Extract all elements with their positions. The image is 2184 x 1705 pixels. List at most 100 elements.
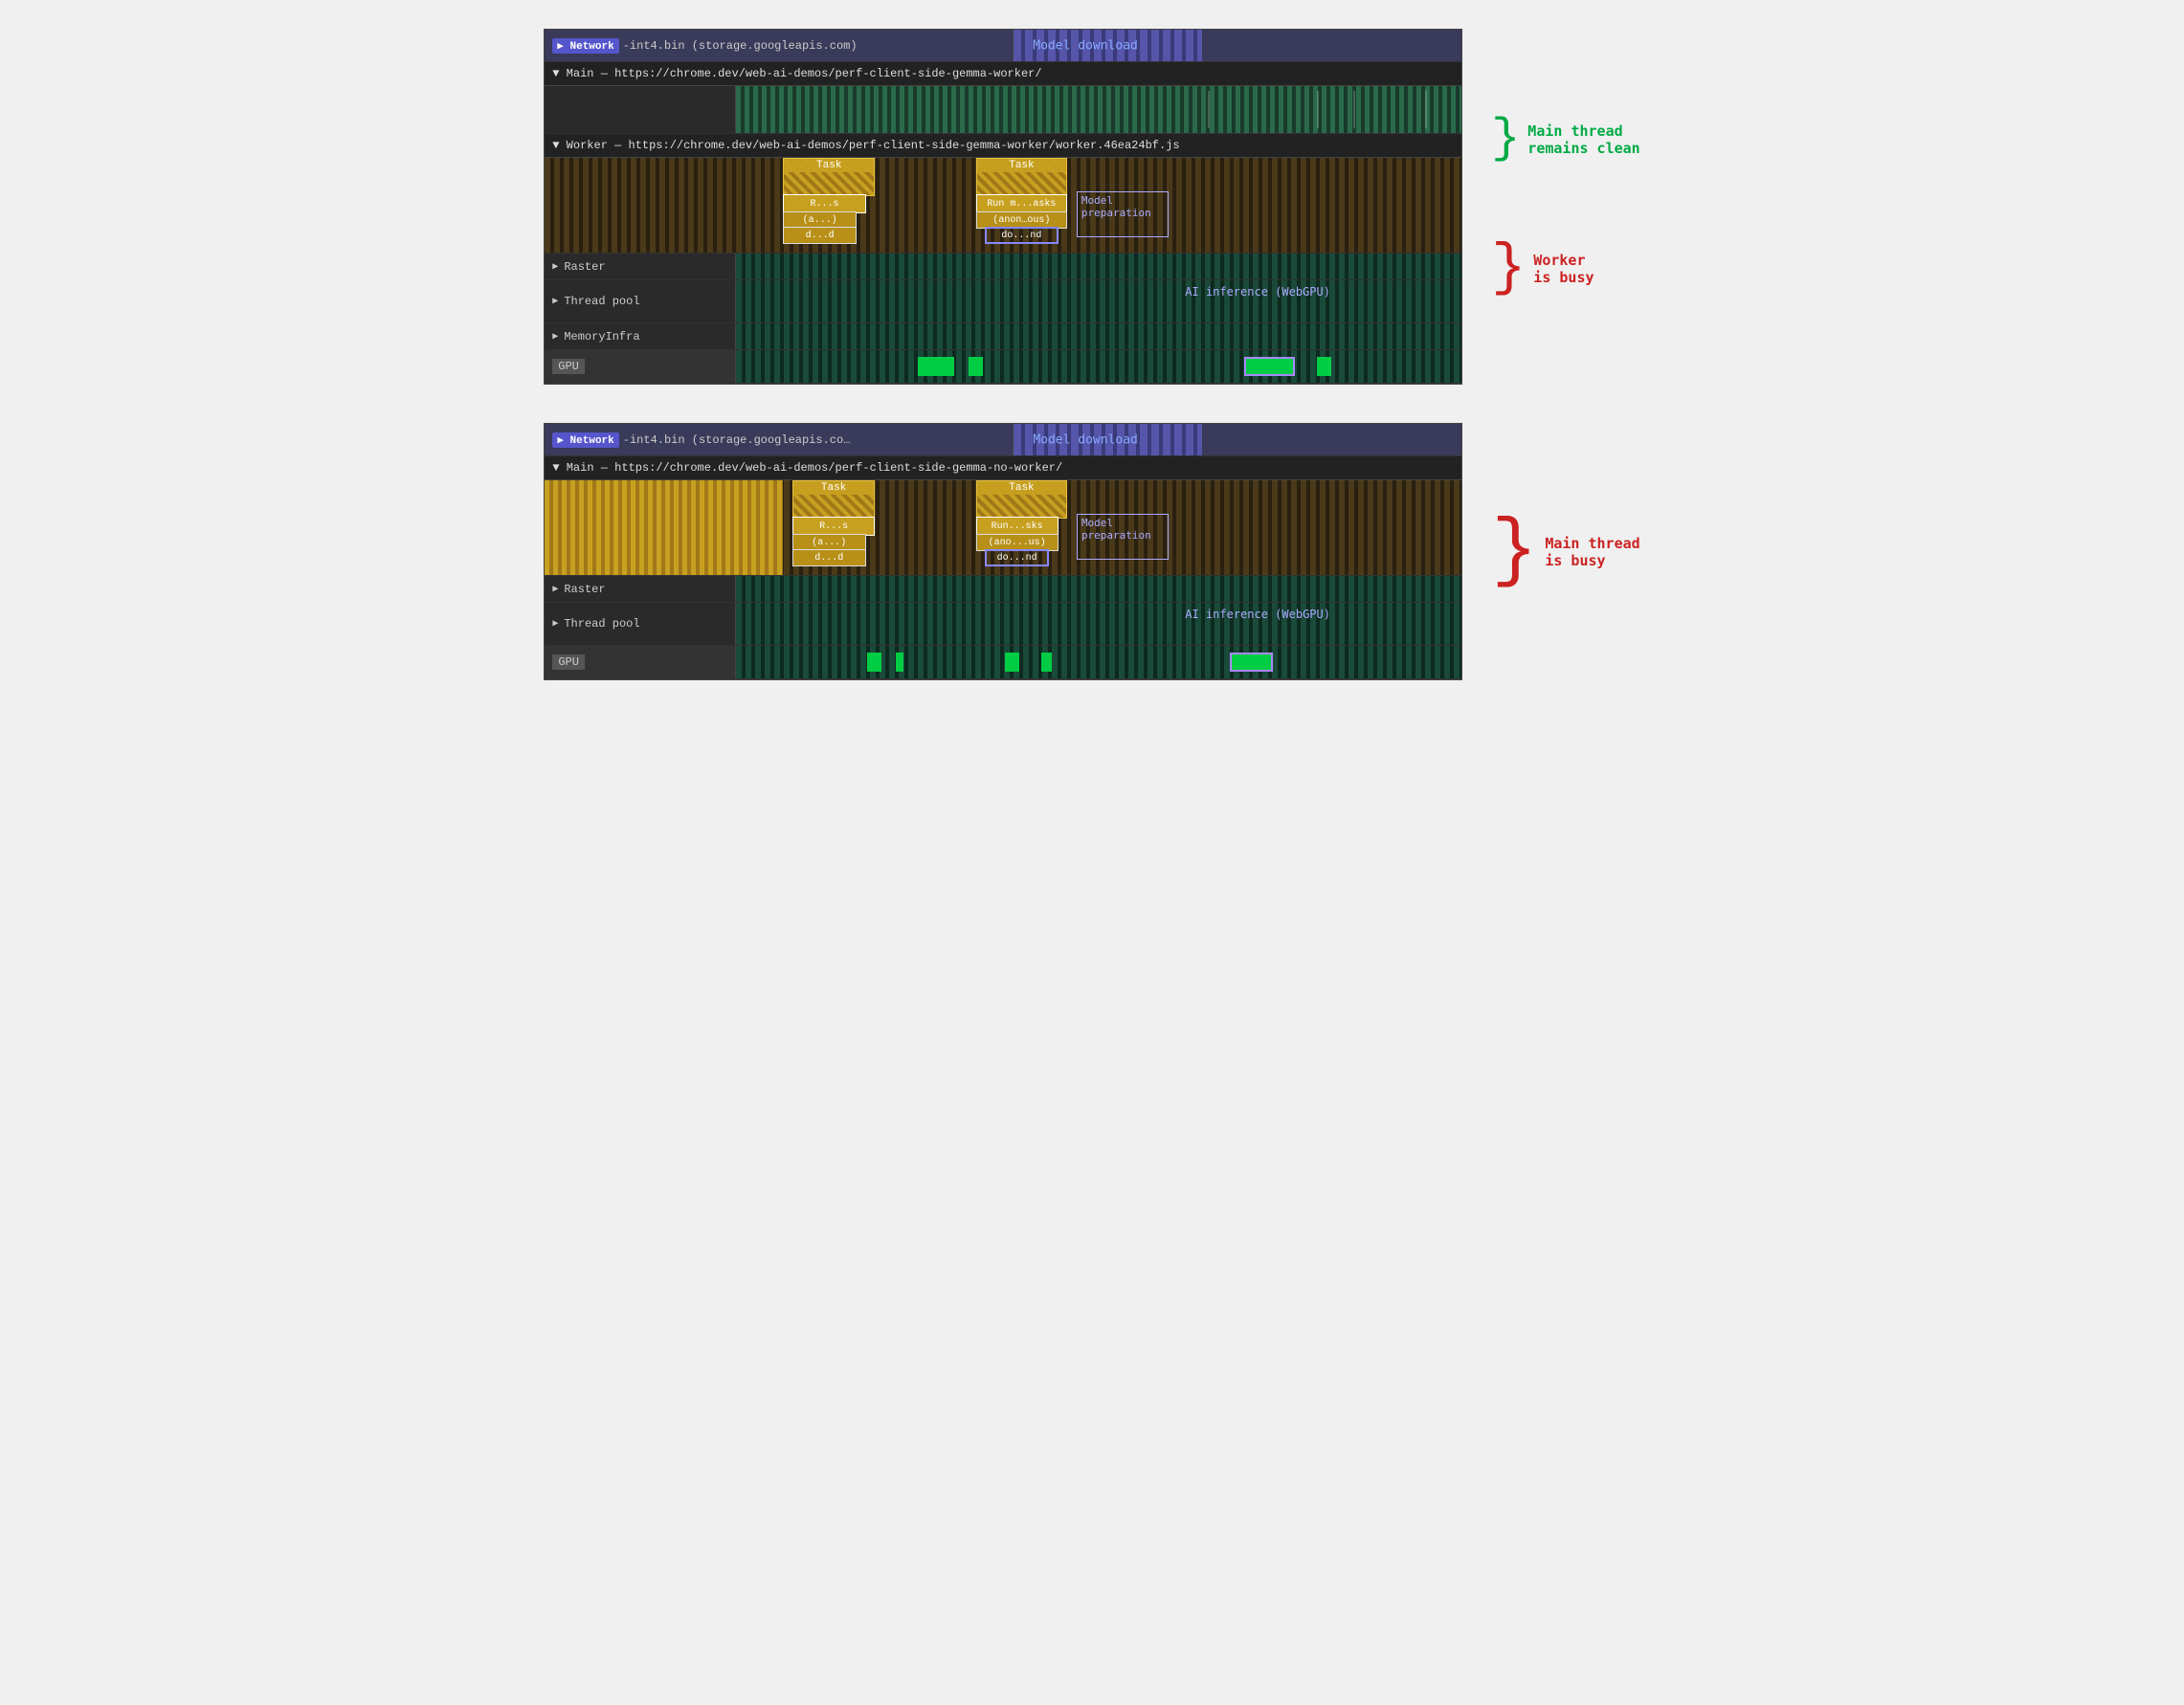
annotations-2: } Main thread is busy <box>1482 514 1639 590</box>
main-thread-timeline-2: Task Task R...s (a...) d...d Run...sks <box>545 480 1461 576</box>
memoryinfra-label-1: ▶ MemoryInfra <box>545 323 736 349</box>
gpu-green-outline-1 <box>1244 357 1295 376</box>
ai-inference-label-1: AI inference (WebGPU) <box>1171 285 1344 299</box>
main-tick-4 <box>1425 91 1427 128</box>
a-label-1: (a...) <box>803 215 837 226</box>
gpu-green-6 <box>1005 653 1019 672</box>
a-label-2: (a...) <box>812 538 846 548</box>
threadpool-triangle-1: ▶ <box>552 296 558 307</box>
threadpool-row-2: ▶ Thread pool AI inference (WebGPU) <box>545 603 1461 646</box>
run-masks-box-1: Run m...asks <box>976 194 1068 213</box>
run-masks-label-1: Run m...asks <box>987 199 1056 210</box>
model-prep-box-1: Model preparation <box>1077 191 1169 237</box>
ai-inference-label-2: AI inference (WebGPU) <box>1171 608 1344 621</box>
dond-box-1: do...nd <box>985 227 1059 244</box>
worker-header-text-1: ▼ Worker — https://chrome.dev/web-ai-dem… <box>552 139 1179 152</box>
task-box-1: Task <box>783 158 875 196</box>
worker-panel: ▶ Network -int4.bin (storage.googleapis.… <box>544 29 1462 385</box>
threadpool-text-1: Thread pool <box>564 295 639 308</box>
gpu-bg-2 <box>736 646 1461 678</box>
raster-triangle-2: ▶ <box>552 584 558 595</box>
memoryinfra-text-1: MemoryInfra <box>564 330 639 343</box>
main-thread-busy-text: Main thread is busy <box>1545 535 1639 569</box>
raster-label-1: ▶ Raster <box>545 254 736 279</box>
threadpool-bg-2 <box>736 603 1461 645</box>
network-badge-1: ▶ Network <box>552 38 618 54</box>
gpu-green-4 <box>867 653 881 672</box>
memoryinfra-bg-1 <box>736 323 1461 349</box>
panel-1-container: ▶ Network -int4.bin (storage.googleapis.… <box>544 29 1639 385</box>
gpu-green-2 <box>969 357 983 376</box>
dd-box-1: d...d <box>783 227 857 244</box>
gpu-text-1: GPU <box>552 359 585 374</box>
threadpool-triangle-2: ▶ <box>552 618 558 630</box>
annotations-1: } Main thread remains clean } Worker is … <box>1482 116 1639 298</box>
network-content-2: Model download <box>1014 424 1461 455</box>
gpu-label-2: GPU <box>545 646 736 678</box>
gpu-bg-1 <box>736 350 1461 383</box>
gpu-green-1 <box>918 357 954 376</box>
gpu-green-outline-2 <box>1230 653 1273 672</box>
main-task-box-1-2: Task <box>792 480 875 519</box>
anonymous-label-1: (anon…ous) <box>992 215 1050 226</box>
rs-label-1: R...s <box>810 199 838 210</box>
threadpool-content-2: AI inference (WebGPU) <box>736 603 1461 645</box>
panel-2-container: ▶ Network -int4.bin (storage.googleapis.… <box>544 423 1639 680</box>
network-row-1: ▶ Network -int4.bin (storage.googleapis.… <box>545 30 1461 62</box>
memoryinfra-row-1: ▶ MemoryInfra <box>545 323 1461 350</box>
threadpool-row-1: ▶ Thread pool AI inference (WebGPU) <box>545 280 1461 323</box>
task-label-2: Task <box>977 159 1067 172</box>
threadpool-label-2: ▶ Thread pool <box>545 603 736 645</box>
main-task-label-1-2: Task <box>793 481 874 495</box>
model-download-label-1: Model download <box>1023 38 1138 53</box>
network-content-1: Model download <box>1014 30 1461 61</box>
main-brace-2: } <box>1491 514 1537 590</box>
raster-bg-1 <box>736 254 1461 279</box>
rs-box-1: R...s <box>783 194 865 213</box>
main-header-1: ▼ Main — https://chrome.dev/web-ai-demos… <box>545 62 1461 86</box>
main-tick-3 <box>1353 91 1355 128</box>
raster-bg-2 <box>736 576 1461 602</box>
network-filename-1: -int4.bin (storage.googleapis.com) <box>623 39 858 53</box>
gpu-green-5 <box>896 653 903 672</box>
raster-text-1: Raster <box>564 260 605 274</box>
model-prep-box-2: Model preparation <box>1077 514 1169 560</box>
raster-row-1: ▶ Raster <box>545 254 1461 280</box>
gpu-row-2: GPU <box>545 646 1461 679</box>
gpu-green-3 <box>1317 357 1331 376</box>
main-task-box-2-2: Task <box>976 480 1068 519</box>
network-label-1: ▶ Network -int4.bin (storage.googleapis.… <box>545 30 1014 61</box>
gpu-green-7 <box>1041 653 1052 672</box>
worker-header-1: ▼ Worker — https://chrome.dev/web-ai-dem… <box>545 134 1461 158</box>
gpu-text-2: GPU <box>552 654 585 670</box>
network-row-2: ▶ Network -int4.bin (storage.googleapis.… <box>545 424 1461 456</box>
runsks-label-2: Run...sks <box>992 521 1043 532</box>
anous-label-2: (ano...us) <box>989 538 1046 548</box>
main-tick-2 <box>1317 91 1319 128</box>
main-thread-clean-annotation: } Main thread remains clean <box>1491 116 1639 164</box>
no-worker-panel: ▶ Network -int4.bin (storage.googleapis.… <box>544 423 1462 680</box>
main-thread-content-1 <box>736 86 1461 133</box>
model-download-label-2: Model download <box>1023 432 1138 447</box>
gpu-label-1: GPU <box>545 350 736 383</box>
raster-label-2: ▶ Raster <box>545 576 736 602</box>
raster-content-1 <box>736 254 1461 279</box>
threadpool-content-1: AI inference (WebGPU) <box>736 280 1461 322</box>
threadpool-text-2: Thread pool <box>564 617 639 631</box>
main-thread-row-1 <box>545 86 1461 134</box>
main-tick-1 <box>1208 91 1210 128</box>
task-label-1: Task <box>784 159 874 172</box>
gpu-row-1: GPU <box>545 350 1461 384</box>
raster-triangle-1: ▶ <box>552 261 558 273</box>
threadpool-bg-1 <box>736 280 1461 322</box>
rs-box-2: R...s <box>792 517 875 536</box>
raster-row-2: ▶ Raster <box>545 576 1461 603</box>
gpu-content-2 <box>736 646 1461 678</box>
network-badge-2: ▶ Network <box>552 432 618 448</box>
main-thread-clean-text: Main thread remains clean <box>1527 122 1639 157</box>
dd-box-2: d...d <box>792 549 866 566</box>
network-label-2: ▶ Network -int4.bin (storage.googleapis.… <box>545 424 1014 455</box>
worker-busy-annotation: } Worker is busy <box>1491 240 1639 298</box>
main-thread-label-spacer <box>545 86 736 133</box>
dd-label-1: d...d <box>806 231 835 241</box>
